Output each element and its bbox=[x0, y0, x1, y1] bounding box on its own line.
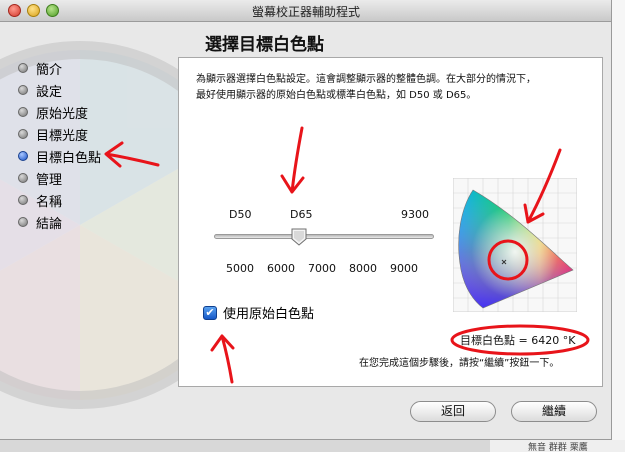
step-target-white-point: 目標白色點 bbox=[18, 145, 168, 167]
back-button[interactable]: 返回 bbox=[410, 401, 496, 422]
instruction-text: 在您完成這個步驟後，請按“繼續”按鈕一下。 bbox=[359, 358, 560, 369]
step-setup: 設定 bbox=[18, 79, 168, 101]
step-label: 管理 bbox=[36, 172, 63, 188]
step-label: 結論 bbox=[36, 216, 63, 232]
slider-label-d50: D50 bbox=[229, 208, 252, 221]
continue-button[interactable]: 繼續 bbox=[511, 401, 597, 422]
step-bullet-icon bbox=[18, 107, 28, 117]
step-bullet-icon bbox=[18, 217, 28, 227]
step-label: 目標光度 bbox=[36, 128, 89, 144]
calibrator-window: 螢幕校正器輔助程式 選擇目標白色點 簡介 設定 原始光度 目標光度 目標白色點 … bbox=[0, 0, 612, 440]
window-title: 螢幕校正器輔助程式 bbox=[251, 5, 360, 19]
step-label: 設定 bbox=[36, 84, 63, 100]
step-intro: 簡介 bbox=[18, 57, 168, 79]
steps-sidebar: 簡介 設定 原始光度 目標光度 目標白色點 管理 名稱 結論 bbox=[18, 57, 168, 233]
white-point-slider-thumb[interactable] bbox=[291, 228, 307, 246]
step-admin: 管理 bbox=[18, 167, 168, 189]
page-title: 選擇目標白色點 bbox=[205, 35, 324, 55]
step-native-gamma: 原始光度 bbox=[18, 101, 168, 123]
step-label: 目標白色點 bbox=[36, 150, 102, 166]
slider-label-d65: D65 bbox=[290, 208, 313, 221]
step-bullet-icon bbox=[18, 63, 28, 73]
step-conclusion: 結論 bbox=[18, 211, 168, 233]
slider-scale-label: 7000 bbox=[308, 262, 336, 275]
active-step-bullet-icon bbox=[18, 151, 28, 161]
step-bullet-icon bbox=[18, 129, 28, 139]
checkbox-label: 使用原始白色點 bbox=[223, 307, 315, 322]
description-line: 為顯示器選擇白色點設定。這會調整顯示器的整體色調。在大部分的情況下， bbox=[196, 74, 536, 85]
step-bullet-icon bbox=[18, 173, 28, 183]
cie-chromaticity-diagram bbox=[453, 178, 577, 312]
description-line: 最好使用顯示器的原始白色點或標準白色點，如 D50 或 D65。 bbox=[196, 90, 477, 101]
background-app-text: 無音 群群 栗鷹 bbox=[490, 440, 625, 452]
slider-label-9300: 9300 bbox=[401, 208, 429, 221]
white-point-slider-track[interactable] bbox=[214, 234, 434, 239]
white-point-panel: 為顯示器選擇白色點設定。這會調整顯示器的整體色調。在大部分的情況下， 最好使用顯… bbox=[178, 57, 603, 387]
background-app-window bbox=[612, 0, 625, 452]
step-bullet-icon bbox=[18, 85, 28, 95]
description: 為顯示器選擇白色點設定。這會調整顯示器的整體色調。在大部分的情況下， 最好使用顯… bbox=[196, 72, 591, 104]
title-bar[interactable]: 螢幕校正器輔助程式 bbox=[0, 0, 611, 22]
step-name: 名稱 bbox=[18, 189, 168, 211]
use-native-white-point-row[interactable]: ✔ 使用原始白色點 bbox=[203, 303, 314, 322]
step-label: 名稱 bbox=[36, 194, 63, 210]
use-native-white-point-checkbox[interactable]: ✔ bbox=[203, 305, 217, 320]
slider-scale-label: 6000 bbox=[267, 262, 295, 275]
step-label: 簡介 bbox=[36, 62, 63, 78]
target-white-point-readout: 目標白色點 = 6420 °K bbox=[460, 334, 576, 347]
step-label: 原始光度 bbox=[36, 106, 89, 122]
slider-scale-label: 5000 bbox=[226, 262, 254, 275]
slider-scale-label: 9000 bbox=[390, 262, 418, 275]
step-bullet-icon bbox=[18, 195, 28, 205]
step-target-gamma: 目標光度 bbox=[18, 123, 168, 145]
slider-scale-label: 8000 bbox=[349, 262, 377, 275]
